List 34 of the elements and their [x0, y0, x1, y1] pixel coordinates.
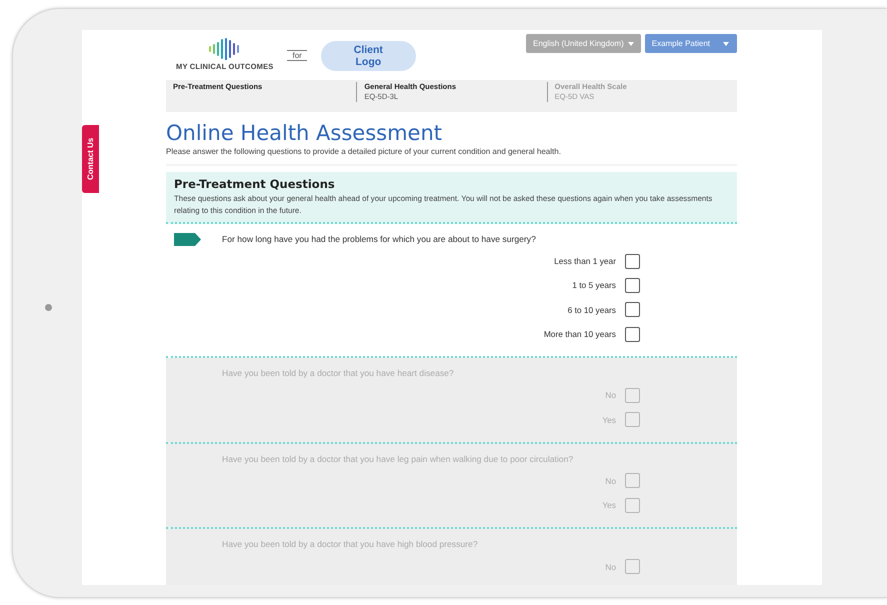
option-label: 6 to 10 years	[568, 304, 616, 315]
sound-bars-icon	[208, 38, 242, 60]
for-label: for	[287, 50, 307, 61]
checkbox[interactable]	[625, 388, 640, 403]
option-label: No	[605, 476, 616, 486]
language-dropdown[interactable]: English (United Kingdom)	[526, 34, 641, 53]
question-text: Have you been told by a doctor that you have high blood pressure?	[222, 539, 478, 550]
option-label: Yes	[602, 414, 616, 425]
user-dropdown[interactable]: Example Patient	[644, 34, 737, 53]
checkbox[interactable]	[625, 302, 640, 318]
client-logo: Client Logo	[320, 41, 416, 71]
checkbox[interactable]	[625, 278, 640, 293]
option-label: Yes	[602, 500, 616, 510]
question-text: Have you been told by a doctor that you have heart disease?	[222, 368, 454, 378]
camera-dot	[45, 304, 52, 311]
checkbox[interactable]	[625, 559, 640, 574]
question-text: For how long have you had the problems for which you are about to have surgery?	[222, 234, 536, 244]
option-label: No	[605, 562, 616, 572]
page-title: Online Health Assessment	[166, 121, 444, 145]
checkbox[interactable]	[625, 326, 640, 342]
checkbox[interactable]	[625, 473, 640, 488]
intro-text: Please answer the following questions to provide a detailed picture of your current condition and general health.	[166, 147, 562, 156]
contact-us-tab[interactable]: Contact Us	[82, 125, 99, 193]
caret-icon	[723, 42, 729, 46]
option-label: No	[605, 390, 616, 400]
checkbox[interactable]	[625, 498, 640, 513]
caret-icon	[628, 42, 634, 46]
section-title: Pre-Treatment Questions	[174, 177, 336, 191]
checkbox[interactable]	[625, 412, 640, 428]
question-text: Have you been told by a doctor that you have leg pain when walking due to poor circulation?	[222, 454, 574, 464]
option-label: Less than 1 year	[554, 256, 616, 266]
option-label: 1 to 5 years	[572, 280, 616, 290]
option-label: More than 10 years	[544, 329, 616, 340]
checkbox[interactable]	[625, 254, 640, 269]
